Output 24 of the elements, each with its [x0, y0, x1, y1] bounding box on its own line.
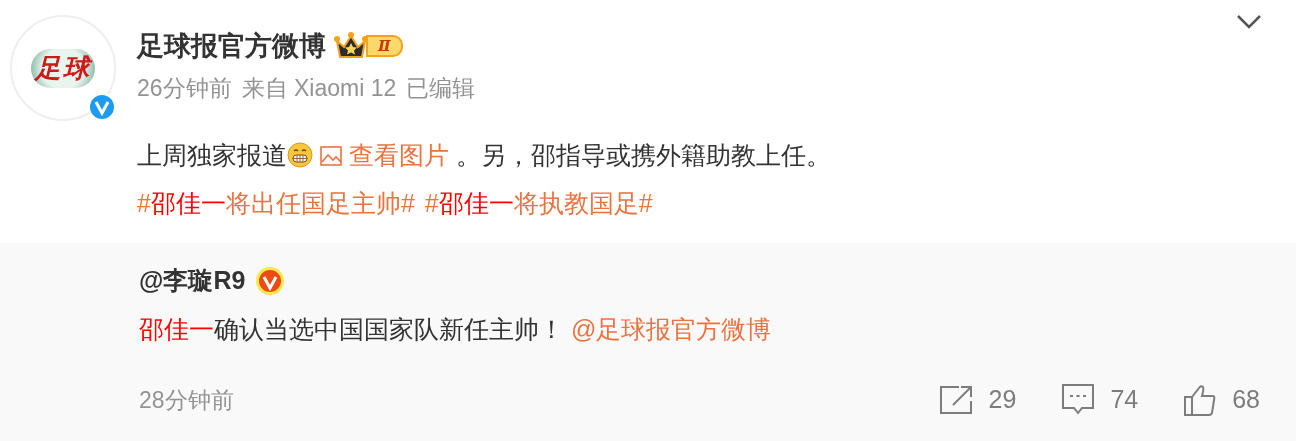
topic-link[interactable]: #邵佳一将出任国足主帅#	[137, 189, 415, 217]
topic-link[interactable]: #邵佳一将执教国足#	[424, 189, 653, 217]
author-name[interactable]: 足球报官方微博	[137, 25, 326, 67]
post-source: 来自 Xiaomi 12	[241, 74, 397, 103]
image-icon	[319, 146, 342, 166]
post-time[interactable]: 26分钟前	[137, 71, 232, 106]
comment-icon	[1062, 383, 1095, 416]
like-button[interactable]: 68	[1184, 381, 1260, 419]
repost-text: 邵佳一确认当选中国国家队新任主帅！ @足球报官方微博	[139, 314, 773, 345]
thumbs-up-icon	[1184, 383, 1217, 416]
comment-button[interactable]: 74	[1062, 381, 1139, 419]
share-icon	[938, 384, 973, 415]
avatar[interactable]: 足球	[10, 15, 116, 121]
repost-time[interactable]: 28分钟前	[139, 382, 234, 417]
member-badge: Ⅱ	[334, 31, 403, 61]
share-button[interactable]: 29	[938, 381, 1017, 419]
avatar-logo: 足球	[31, 48, 95, 88]
mention-link[interactable]: @足球报官方微博	[570, 315, 772, 343]
post-text: 上周独家报道 查看图片 。另，邵指导或携外籍助教上任。 #邵佳一将出任国足主帅# #邵佳一将执教国足#	[137, 140, 832, 219]
grinning-face-icon	[287, 142, 313, 168]
view-image-link[interactable]: 查看图片	[348, 141, 449, 169]
repost-author[interactable]: @李璇R9	[139, 262, 246, 300]
chevron-down-icon[interactable]	[1236, 14, 1262, 30]
edited-label[interactable]: 已编辑	[406, 71, 476, 106]
